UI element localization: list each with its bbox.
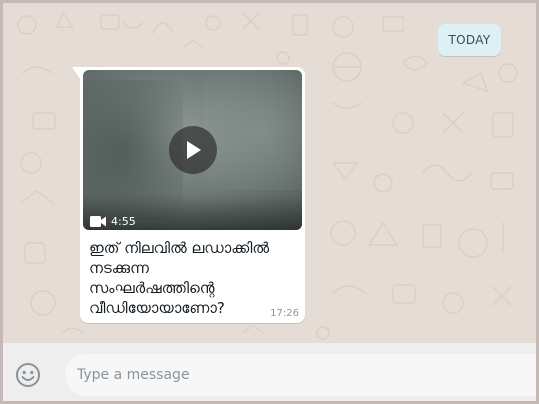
chat-window: TODAY 4:55 ഇത് നിലവിൽ ലഡാക്കിൽ നടക്കുന്ന…	[3, 3, 536, 401]
caption-line: സംഘർഷത്തിന്റെ	[89, 279, 215, 297]
play-icon	[187, 141, 201, 159]
composer-bar	[3, 343, 536, 401]
date-chip-label: TODAY	[448, 33, 491, 47]
message-input[interactable]	[65, 354, 536, 396]
caption-line: നടക്കുന്ന	[89, 259, 149, 277]
caption-line: വീഡിയോയാണോ?	[89, 299, 225, 317]
play-button[interactable]	[169, 126, 217, 174]
video-camera-icon	[90, 215, 106, 227]
video-thumbnail[interactable]: 4:55	[83, 70, 302, 230]
message-timestamp: 17:26	[270, 308, 299, 319]
emoji-button[interactable]	[15, 362, 41, 388]
bubble-tail	[72, 67, 81, 80]
message-caption: ഇത് നിലവിൽ ലഡാക്കിൽ നടക്കുന്ന സംഘർഷത്തിന…	[89, 238, 299, 318]
incoming-message-bubble[interactable]: 4:55 ഇത് നിലവിൽ ലഡാക്കിൽ നടക്കുന്ന സംഘർഷ…	[72, 67, 305, 323]
caption-line: ഇത് നിലവിൽ ലഡാക്കിൽ	[89, 239, 270, 257]
thumbnail-blur	[203, 70, 302, 190]
video-meta: 4:55	[90, 213, 136, 229]
video-duration: 4:55	[111, 214, 136, 228]
date-chip: TODAY	[438, 24, 501, 56]
smiley-icon	[16, 363, 40, 387]
